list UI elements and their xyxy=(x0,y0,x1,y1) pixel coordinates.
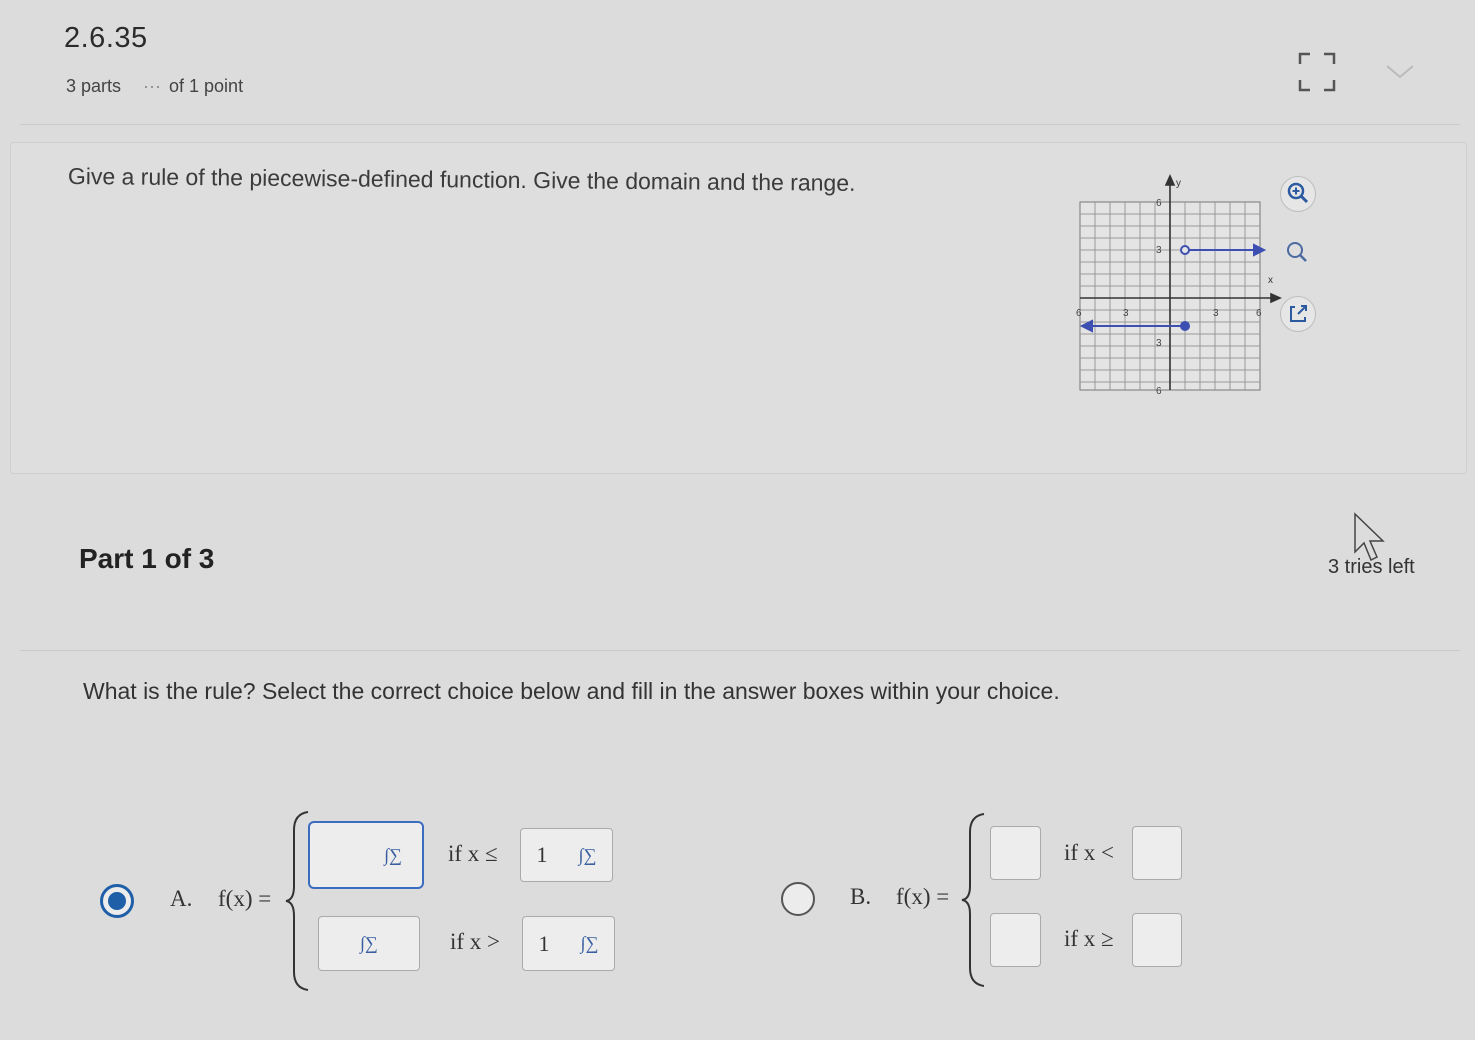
math-palette-icon[interactable]: ∫∑ xyxy=(360,933,378,954)
math-palette-icon[interactable]: ∫∑ xyxy=(384,845,402,866)
x-axis-label: x xyxy=(1268,275,1273,286)
choice-a-condition-1: if x ≤ xyxy=(448,841,498,866)
choice-a-condition-2: if x > xyxy=(450,929,501,954)
math-palette-icon[interactable]: ∫∑ xyxy=(581,933,599,954)
tick-label: 3 xyxy=(1156,338,1162,349)
chevron-down-icon[interactable] xyxy=(1384,62,1416,82)
mouse-cursor-icon xyxy=(1354,512,1385,562)
choice-b-expression-1-input[interactable] xyxy=(990,826,1041,880)
popout-tool[interactable] xyxy=(1280,296,1316,332)
choice-b-lhs: f(x) = xyxy=(896,884,950,909)
choice-b-bound-2-input[interactable] xyxy=(1132,913,1182,967)
tick-label: 6 xyxy=(1156,198,1162,209)
zoom-in-icon xyxy=(1287,182,1309,204)
points-value: of 1 point xyxy=(169,76,244,96)
choice-b-letter: B. xyxy=(850,884,872,909)
choice-a-lhs: f(x) = xyxy=(218,886,272,911)
zoom-out-icon xyxy=(1287,242,1307,262)
tick-label: 3 xyxy=(1213,308,1219,319)
choice-b-expression-2-input[interactable] xyxy=(990,913,1041,967)
part-divider xyxy=(20,650,1460,651)
tick-label: 6 xyxy=(1076,308,1082,319)
choice-b-radio[interactable] xyxy=(781,882,815,916)
popout-icon xyxy=(1290,305,1307,322)
choice-b-bound-1-input[interactable] xyxy=(1132,826,1182,880)
problem-id: 2.6.35 xyxy=(64,22,148,54)
part-label: Part 1 of 3 xyxy=(79,543,215,574)
y-axis-label: y xyxy=(1176,178,1181,189)
zoom-in-tool[interactable] xyxy=(1280,176,1316,212)
zoom-out-tool[interactable] xyxy=(1280,236,1314,270)
choice-a-letter: A. xyxy=(170,886,193,911)
choice-a-bound-2-input[interactable]: 1 ∫∑ xyxy=(522,916,615,971)
expand-icon[interactable] xyxy=(1298,52,1336,92)
choice-a-radio[interactable] xyxy=(100,884,134,918)
points-dots: ··· xyxy=(143,76,162,96)
tick-label: 6 xyxy=(1156,386,1162,397)
choice-a-bound-1-input[interactable]: 1 ∫∑ xyxy=(520,828,613,882)
choice-b-condition-2: if x ≥ xyxy=(1064,926,1114,951)
choice-a-expression-2-input[interactable]: ∫∑ xyxy=(318,916,420,971)
tick-label: 3 xyxy=(1156,245,1162,256)
math-palette-icon[interactable]: ∫∑ xyxy=(579,845,597,866)
problem-meta: 3 parts ··· of 1 point xyxy=(66,76,243,97)
tick-label: 6 xyxy=(1256,308,1262,319)
choice-a-bound-2-value: 1 xyxy=(538,930,550,956)
tick-label: 3 xyxy=(1123,308,1129,319)
prompt-text: What is the rule? Select the correct cho… xyxy=(83,678,1060,704)
choice-b-condition-1: if x < xyxy=(1064,840,1115,865)
header-divider xyxy=(20,124,1460,125)
function-graph[interactable]: y x 6 3 6 3 3 6 3 6 xyxy=(1070,168,1282,400)
left-brace xyxy=(961,813,985,987)
parts-count: 3 parts xyxy=(66,76,122,96)
choice-a-bound-1-value: 1 xyxy=(536,842,548,867)
choice-a-expression-1-input[interactable]: ∫∑ xyxy=(308,821,424,889)
